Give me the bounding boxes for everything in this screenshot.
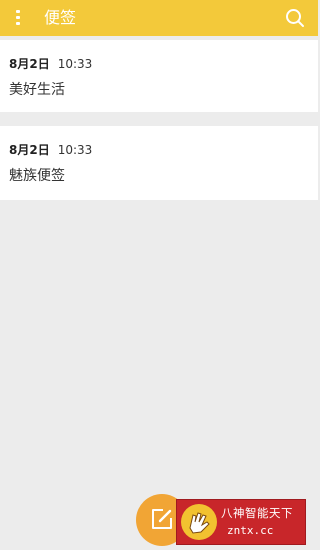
watermark-url: zntx.cc <box>227 524 274 537</box>
note-text: 美好生活 <box>9 82 65 98</box>
note-time: 10:33 <box>57 143 93 157</box>
note-date: 8月2日 <box>9 143 50 157</box>
note-card[interactable]: 8月2日 10:33 美好生活 <box>0 40 318 112</box>
watermark-badge: 八神智能天下 zntx.cc <box>176 499 306 545</box>
hand-logo-icon <box>181 504 217 540</box>
note-time: 10:33 <box>57 57 93 71</box>
edit-icon <box>152 509 172 529</box>
page-title: 便签 <box>44 8 77 27</box>
note-timestamp: 8月2日 10:33 <box>9 142 92 158</box>
app-bar: 便签 <box>0 0 318 36</box>
note-timestamp: 8月2日 10:33 <box>9 56 92 72</box>
note-text: 魅族便签 <box>9 168 65 184</box>
note-date: 8月2日 <box>9 57 50 71</box>
note-card[interactable]: 8月2日 10:33 魅族便签 <box>0 126 318 200</box>
more-vertical-icon[interactable] <box>14 10 22 26</box>
search-icon[interactable] <box>284 7 306 29</box>
watermark-title: 八神智能天下 <box>221 506 293 520</box>
